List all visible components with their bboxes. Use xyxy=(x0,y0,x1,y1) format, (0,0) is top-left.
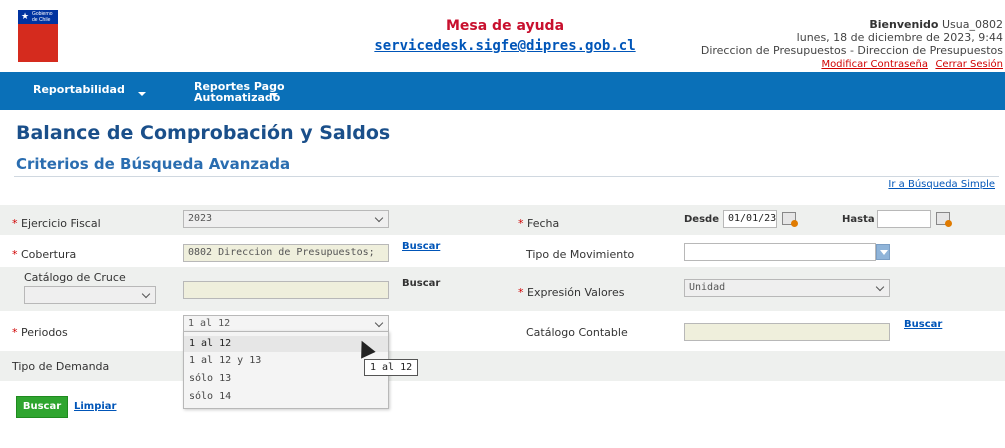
logo-star-icon: ★ xyxy=(21,12,30,22)
desde-label: Desde xyxy=(684,214,719,225)
catalogo-cruce-label: Catálogo de Cruce xyxy=(24,271,126,284)
catalogo-contable-input[interactable] xyxy=(684,323,890,341)
cobertura-label: * Cobertura xyxy=(12,248,77,261)
chevron-down-icon xyxy=(270,93,278,97)
nav-reportes-pago[interactable]: Reportes Pago Automatizado xyxy=(194,81,285,103)
app-header: ★ Gobierno de Chile Mesa de ayuda service… xyxy=(0,0,1005,72)
calendar-icon[interactable] xyxy=(936,212,952,227)
periodos-option[interactable]: 1 al 12 y 13 xyxy=(184,353,388,369)
gobierno-logo[interactable]: ★ Gobierno de Chile xyxy=(18,10,58,62)
periodos-option[interactable]: sólo 13 xyxy=(184,371,388,387)
cobertura-input[interactable]: 0802 Direccion de Presupuestos; xyxy=(183,244,389,262)
option-tooltip: 1 al 12 xyxy=(364,359,419,376)
welcome-panel: Bienvenido Usua_0802 lunes, 18 de diciem… xyxy=(701,18,1003,71)
section-divider xyxy=(14,176,999,177)
welcome-line: Bienvenido Usua_0802 xyxy=(869,18,1003,31)
periodos-option[interactable]: sólo 14 xyxy=(184,389,388,405)
ejercicio-label: * Ejercicio Fiscal xyxy=(12,217,101,230)
main-nav: Reportabilidad Reportes Pago Automatizad… xyxy=(0,72,1005,110)
catalogo-contable-buscar-link[interactable]: Buscar xyxy=(904,319,942,330)
clear-link[interactable]: Limpiar xyxy=(74,401,117,412)
form-row-tipo-demanda: Tipo de Demanda xyxy=(0,351,1005,381)
catalogo-cruce-select[interactable] xyxy=(24,286,156,304)
nav-reportabilidad[interactable]: Reportabilidad xyxy=(33,84,146,96)
form-row-ejercicio: * Ejercicio Fiscal 2023 * Fecha Desde 01… xyxy=(0,205,1005,235)
chevron-down-icon xyxy=(374,213,384,223)
expresion-label: * Expresión Valores xyxy=(518,286,625,299)
calendar-icon[interactable] xyxy=(782,212,798,227)
account-links: Modificar Contraseña Cerrar Sesión xyxy=(701,57,1003,71)
help-title: Mesa de ayuda xyxy=(445,18,565,34)
desde-date-input[interactable]: 01/01/23 xyxy=(723,210,777,228)
ejercicio-select[interactable]: 2023 xyxy=(183,210,389,228)
help-desk: Mesa de ayuda servicedesk.sigfe@dipres.g… xyxy=(330,18,680,54)
logout-link[interactable]: Cerrar Sesión xyxy=(935,59,1003,70)
section-title: Criterios de Búsqueda Avanzada xyxy=(16,155,291,173)
help-email-link[interactable]: servicedesk.sigfe@dipres.gob.cl xyxy=(374,38,635,54)
tipo-movimiento-label: Tipo de Movimiento xyxy=(526,248,635,261)
tipo-movimiento-select[interactable] xyxy=(684,243,876,261)
organization: Direccion de Presupuestos - Direccion de… xyxy=(700,44,1003,57)
chevron-down-icon xyxy=(138,92,146,96)
catalogo-contable-label: Catálogo Contable xyxy=(526,326,628,339)
chevron-down-icon xyxy=(374,318,384,328)
chevron-down-icon xyxy=(141,289,151,299)
catalogo-cruce-buscar[interactable]: Buscar xyxy=(402,278,440,289)
current-datetime: lunes, 18 de diciembre de 2023, 9:44 xyxy=(796,31,1003,44)
hasta-label: Hasta xyxy=(842,214,875,225)
simple-search-link[interactable]: Ir a Búsqueda Simple xyxy=(888,179,995,190)
form-row-cobertura: * Cobertura 0802 Direccion de Presupuest… xyxy=(0,235,1005,267)
page-title: Balance de Comprobación y Saldos xyxy=(16,122,391,144)
hasta-date-input[interactable] xyxy=(877,210,931,228)
form-row-catalogo-cruce: Catálogo de Cruce Buscar * Expresión Val… xyxy=(0,267,1005,311)
catalogo-cruce-input[interactable] xyxy=(183,281,389,299)
expresion-select[interactable]: Unidad xyxy=(684,279,890,297)
periodos-label: * Periodos xyxy=(12,326,68,339)
cobertura-buscar-link[interactable]: Buscar xyxy=(402,241,440,252)
tipo-demanda-label: Tipo de Demanda xyxy=(12,360,110,373)
fecha-label: * Fecha xyxy=(518,217,560,230)
user-name: Usua_0802 xyxy=(942,18,1003,31)
chevron-down-icon[interactable] xyxy=(876,244,890,260)
change-password-link[interactable]: Modificar Contraseña xyxy=(821,59,928,70)
chevron-down-icon xyxy=(875,282,885,292)
search-button[interactable]: Buscar xyxy=(16,396,68,418)
logo-text: Gobierno de Chile xyxy=(32,11,53,23)
form-row-periodos: * Periodos 1 al 12 Catálogo Contable Bus… xyxy=(0,311,1005,351)
